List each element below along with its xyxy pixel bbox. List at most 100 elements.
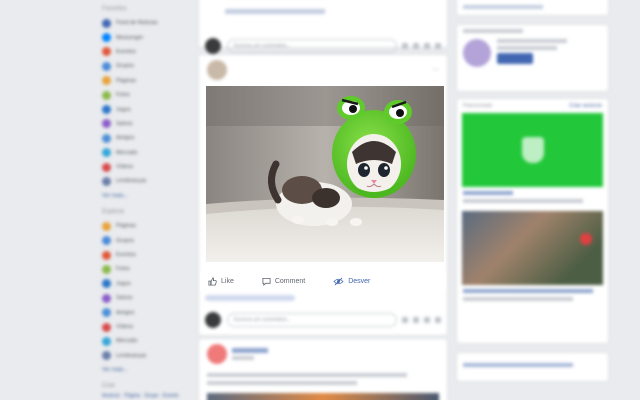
nav-fav-item-icon bbox=[102, 61, 111, 71]
nav-fav-item-label: Eventos bbox=[116, 48, 136, 55]
right-top-card bbox=[456, 0, 609, 16]
nav-exp-item-label: Fotos bbox=[116, 266, 130, 273]
nav-exp-item-icon bbox=[102, 336, 111, 346]
nav-fav-item[interactable]: Páginas bbox=[98, 74, 194, 88]
nav-exp-item[interactable]: Lembranças bbox=[98, 349, 194, 363]
nav-fav-item-label: Mercado bbox=[116, 149, 138, 156]
nav-exp-item-label: Eventos bbox=[116, 252, 136, 259]
nav-fav-item[interactable]: Mercado bbox=[98, 146, 194, 160]
nav-fav-item[interactable]: Grupos bbox=[98, 59, 194, 73]
nav-fav-item[interactable]: Lembranças bbox=[98, 174, 194, 188]
suggested-heading bbox=[463, 29, 523, 33]
nav-exp-item[interactable]: Grupos bbox=[98, 233, 194, 247]
nav-fav-item-label: Feed de Notícias bbox=[116, 20, 158, 27]
nav-fav-item[interactable]: Fotos bbox=[98, 88, 194, 102]
sticker-icon[interactable] bbox=[435, 43, 441, 49]
nav-exp-item[interactable]: Fotos bbox=[98, 262, 194, 276]
nav-exp-item-icon bbox=[102, 322, 111, 332]
nav-exp-item[interactable]: Jogos bbox=[98, 277, 194, 291]
next-author-avatar[interactable] bbox=[207, 344, 227, 364]
footer-links[interactable] bbox=[463, 363, 573, 367]
nav-exp-item[interactable]: Salvos bbox=[98, 291, 194, 305]
nav-exp-item-icon bbox=[102, 250, 111, 260]
nav-fav-item-icon bbox=[102, 133, 111, 143]
camera-icon[interactable] bbox=[413, 317, 419, 323]
ad2-title[interactable] bbox=[463, 289, 593, 293]
nav-exp-item-label: Vídeos bbox=[116, 324, 134, 330]
author-avatar[interactable] bbox=[207, 60, 227, 80]
gif-icon[interactable] bbox=[424, 43, 430, 49]
nav-exp-item-icon bbox=[102, 308, 111, 318]
nav-fav-item[interactable]: Eventos bbox=[98, 45, 194, 59]
nav-fav-item-label: Jogos bbox=[116, 106, 131, 113]
create-ad-link[interactable]: Criar anúncio bbox=[563, 99, 608, 113]
nav-exp-item-label: Lembranças bbox=[116, 352, 147, 359]
nav-exp-item-icon bbox=[102, 264, 111, 274]
comment-label: Comment bbox=[274, 277, 306, 285]
play-icon bbox=[580, 233, 592, 245]
reactions-summary[interactable] bbox=[205, 295, 295, 301]
nav-exp-item[interactable]: Eventos bbox=[98, 248, 194, 262]
nav-fav-item[interactable]: Vídeos bbox=[98, 160, 194, 174]
previous-post-reactions bbox=[225, 9, 325, 14]
nav-fav-item[interactable]: Messenger bbox=[98, 30, 194, 44]
nav-fav-item[interactable]: Feed de Notícias bbox=[98, 16, 194, 30]
emoji-icon[interactable] bbox=[402, 43, 408, 49]
comment-input-top[interactable]: Escreva um comentário... bbox=[227, 39, 397, 53]
nav-exp-item-label: Mercado bbox=[116, 338, 138, 345]
nav-fav-item-label: Páginas bbox=[116, 77, 136, 84]
like-button[interactable]: Like bbox=[208, 276, 234, 286]
nav-heading-explore: Explorar bbox=[102, 209, 125, 216]
nav-exp-item[interactable]: Vídeos bbox=[98, 320, 194, 334]
post-options-icon[interactable]: ⋯ bbox=[432, 66, 439, 74]
nav-heading-favorites: Favoritos bbox=[102, 6, 127, 12]
suggested-page-line-2 bbox=[497, 46, 557, 50]
nav-exp-item[interactable]: Amigos bbox=[98, 305, 194, 319]
nav-exp-item-label: Jogos bbox=[116, 280, 131, 287]
suggested-page-avatar[interactable] bbox=[463, 39, 491, 67]
ad-title[interactable] bbox=[463, 191, 513, 195]
nav-exp-item[interactable]: Páginas bbox=[98, 219, 194, 233]
nav-fav-item[interactable]: Salvos bbox=[98, 117, 194, 131]
sponsored-ad-green[interactable] bbox=[462, 113, 603, 187]
kitten-frog-hat-photo bbox=[206, 86, 444, 262]
eye-slash-icon bbox=[333, 277, 344, 285]
next-post-meta bbox=[232, 356, 254, 360]
create-links[interactable]: Anúncio · Página · Grupo · Evento bbox=[98, 393, 194, 399]
nav-see-more[interactable]: Ver mais... bbox=[98, 189, 194, 203]
nav-exp-item-label: Amigos bbox=[116, 309, 135, 316]
nav-fav-item-label: Salvos bbox=[116, 120, 133, 127]
nav-exp-item[interactable]: Mercado bbox=[98, 334, 194, 348]
nav-exp-item-icon bbox=[102, 221, 111, 231]
nav-exp-item-label: Salvos bbox=[116, 295, 133, 302]
nav-exp-item-label: Páginas bbox=[116, 223, 136, 230]
sponsored-ad-photo[interactable] bbox=[462, 211, 603, 285]
nav-exp-item-label: Grupos bbox=[116, 237, 135, 244]
comment-button[interactable]: Comment bbox=[262, 277, 305, 286]
nav-fav-item[interactable]: Jogos bbox=[98, 102, 194, 116]
next-author-name[interactable] bbox=[232, 348, 268, 353]
unsee-button[interactable]: Desver bbox=[333, 277, 370, 286]
nav-fav-item-label: Amigos bbox=[116, 135, 135, 142]
curtir-button[interactable] bbox=[497, 53, 533, 64]
nav-fav-item[interactable]: Amigos bbox=[98, 131, 194, 145]
post-image[interactable] bbox=[206, 86, 444, 262]
gif-icon[interactable] bbox=[424, 317, 430, 323]
thumbs-up-icon bbox=[208, 276, 217, 286]
right-top-text bbox=[463, 5, 543, 9]
emoji-icon[interactable] bbox=[402, 317, 408, 323]
sticker-icon[interactable] bbox=[435, 317, 441, 323]
like-label: Like bbox=[221, 277, 234, 285]
next-post-text bbox=[207, 373, 407, 377]
nav-fav-item-icon bbox=[102, 33, 111, 43]
ad2-description bbox=[463, 297, 573, 301]
post-action-bar: Like Comment Desver bbox=[200, 272, 446, 290]
nav-fav-item-label: Lembranças bbox=[116, 178, 147, 185]
left-navigation: Favoritos Feed de Notícias Messenger Event… bbox=[98, 0, 194, 400]
user-avatar bbox=[205, 38, 221, 54]
previous-post-card: Escreva um comentário... bbox=[198, 0, 448, 54]
comment-input-post[interactable]: Escreva um comentário... bbox=[227, 313, 397, 327]
camera-icon[interactable] bbox=[413, 43, 419, 49]
nav-see-more-2[interactable]: Ver mais... bbox=[98, 363, 194, 377]
nav-exp-item-icon bbox=[102, 236, 111, 246]
